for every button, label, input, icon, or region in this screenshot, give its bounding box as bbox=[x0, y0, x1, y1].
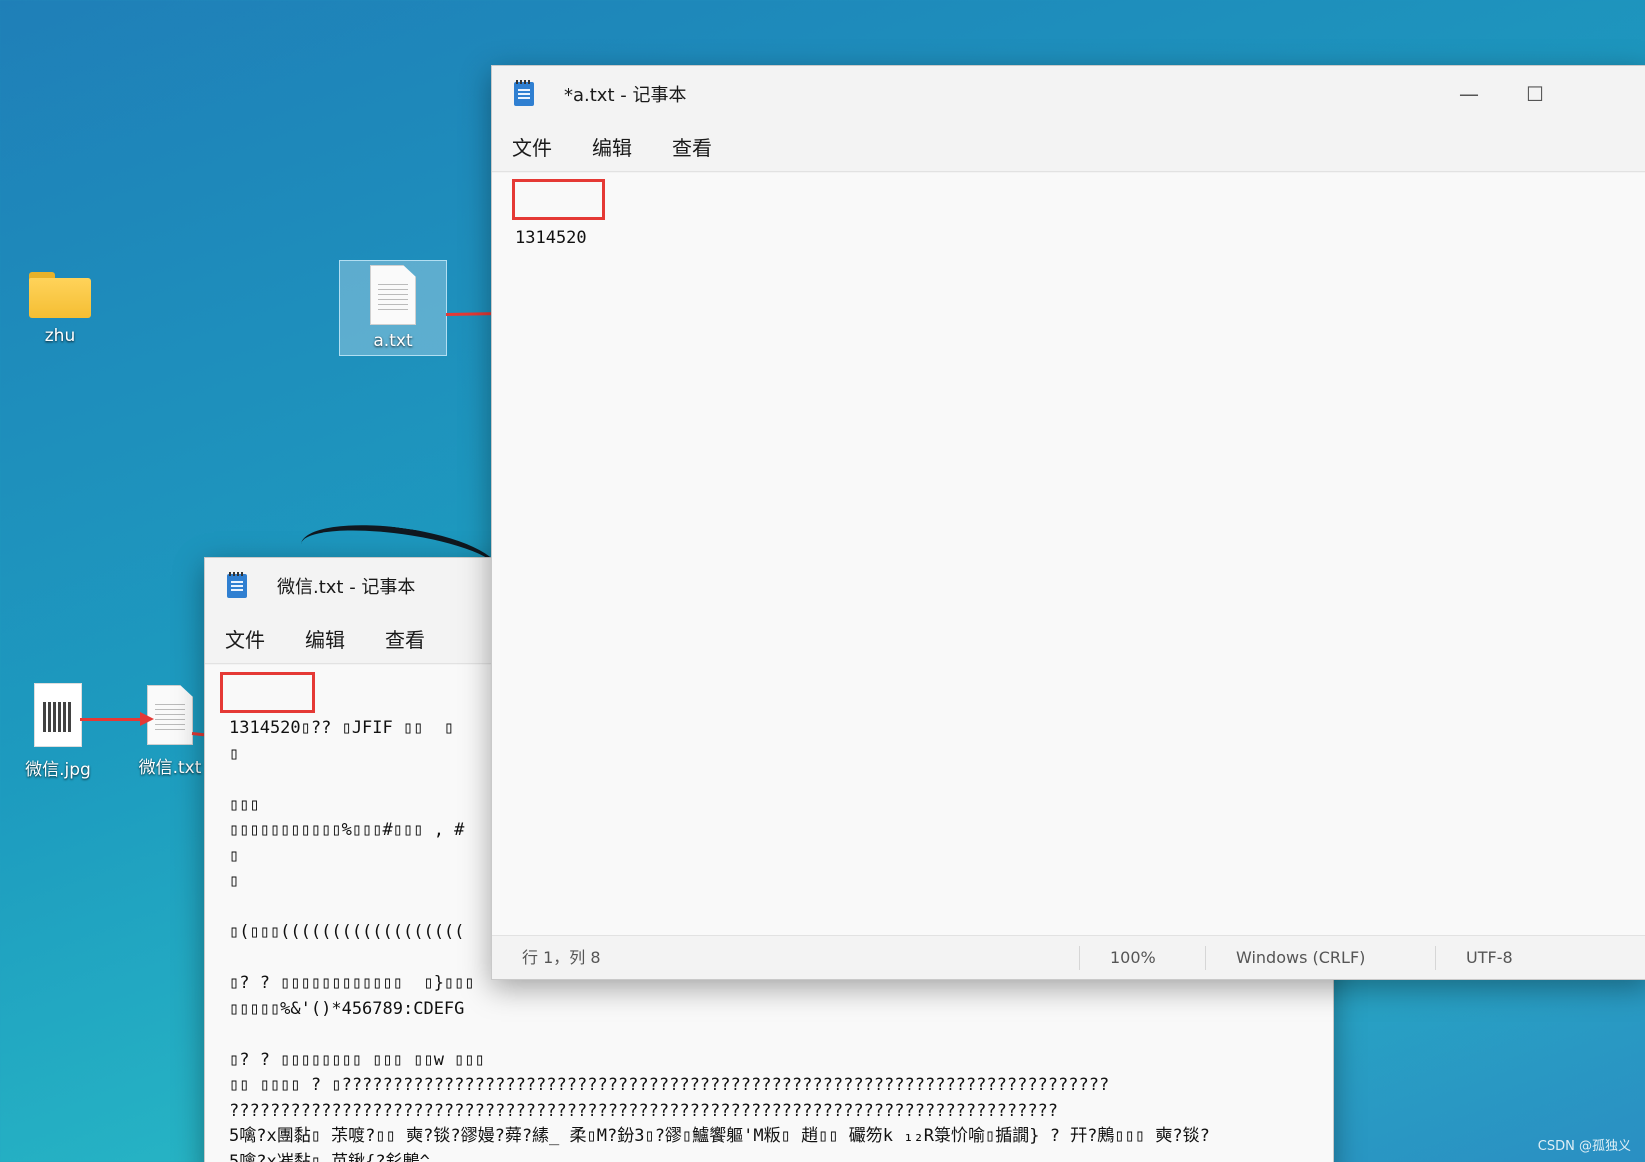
desktop-icon-weixin-jpg[interactable]: 微信.jpg bbox=[4, 683, 112, 780]
annotation-arrow bbox=[80, 712, 154, 726]
window-title: *a.txt - 记事本 bbox=[564, 85, 687, 106]
desktop-icon-a-txt[interactable]: a.txt bbox=[339, 260, 447, 356]
desktop-icon-label: 微信.jpg bbox=[25, 760, 91, 780]
editor-line: 1314520 bbox=[515, 228, 587, 248]
highlight-box bbox=[220, 672, 315, 713]
desktop-icon-zhu[interactable]: zhu bbox=[6, 262, 114, 346]
folder-icon bbox=[29, 272, 91, 318]
editor-line: ▯▯▯▯▯%&'()*456789:CDEFG bbox=[229, 998, 465, 1019]
desktop-icon-label: a.txt bbox=[373, 331, 413, 351]
highlight-box bbox=[512, 179, 605, 220]
status-encoding[interactable]: UTF-8 bbox=[1436, 946, 1543, 970]
text-editor[interactable]: 1314520 bbox=[492, 173, 1645, 935]
status-cursor-position: 行 1，列 8 bbox=[492, 945, 1080, 970]
notepad-window-a[interactable]: *a.txt - 记事本 — ☐ 文件 编辑 查看 1314520 行 1，列 … bbox=[491, 65, 1645, 980]
menu-edit[interactable]: 编辑 bbox=[295, 618, 355, 659]
editor-line: ▯▯ ▯▯▯▯ ? ▯?????????????????????????????… bbox=[229, 1075, 1110, 1095]
menu-file[interactable]: 文件 bbox=[215, 618, 275, 659]
menu-view[interactable]: 查看 bbox=[375, 618, 435, 659]
notepad-icon bbox=[227, 572, 247, 598]
menu-edit[interactable]: 编辑 bbox=[582, 126, 642, 167]
window-titlebar[interactable]: *a.txt - 记事本 — ☐ bbox=[492, 66, 1645, 122]
editor-line: ▯? ? ▯▯▯▯▯▯▯▯ ▯▯▯ ▯▯w ▯▯▯ bbox=[229, 1049, 485, 1070]
editor-line: 5噙?x團黏▯ 茮喥?▯▯ 奭?锬?豂嫚?蕣?縤_ 柔▯M?鈖3▯?豂▯鱸饗軀'… bbox=[229, 1126, 1210, 1146]
window-title: 微信.txt - 记事本 bbox=[277, 577, 416, 598]
menu-view[interactable]: 查看 bbox=[662, 126, 722, 167]
image-file-icon bbox=[34, 683, 82, 747]
minimize-button[interactable]: — bbox=[1436, 76, 1502, 112]
maximize-button[interactable]: ☐ bbox=[1502, 76, 1568, 112]
status-line-ending[interactable]: Windows (CRLF) bbox=[1206, 945, 1436, 970]
notepad-icon bbox=[514, 80, 534, 106]
qr-code-thumbnail bbox=[43, 702, 73, 732]
editor-line: ????????????????????????????????????????… bbox=[229, 1100, 1059, 1121]
menu-bar: 文件 编辑 查看 bbox=[492, 122, 1645, 172]
text-file-icon bbox=[370, 265, 416, 325]
status-zoom[interactable]: 100% bbox=[1080, 945, 1206, 970]
status-bar: 行 1，列 8 100% Windows (CRLF) UTF-8 bbox=[492, 935, 1645, 979]
watermark: CSDN @孤独义 bbox=[1537, 1139, 1631, 1154]
menu-file[interactable]: 文件 bbox=[502, 126, 562, 167]
editor-line: 5噙?x凗黏▯ 苋鍬{?釤鶊^ bbox=[229, 1151, 430, 1162]
desktop-icon-label: zhu bbox=[44, 326, 76, 346]
